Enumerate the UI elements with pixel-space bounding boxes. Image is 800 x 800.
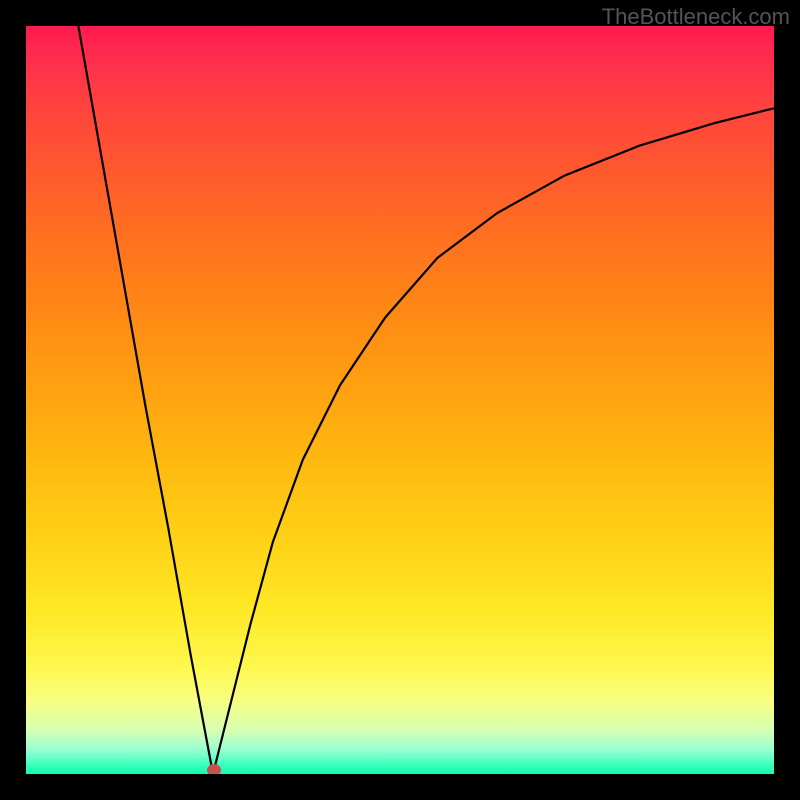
chart-container xyxy=(26,26,774,774)
watermark-text: TheBottleneck.com xyxy=(602,4,790,30)
optimal-point-marker xyxy=(207,764,221,774)
bottleneck-curve xyxy=(26,26,774,774)
